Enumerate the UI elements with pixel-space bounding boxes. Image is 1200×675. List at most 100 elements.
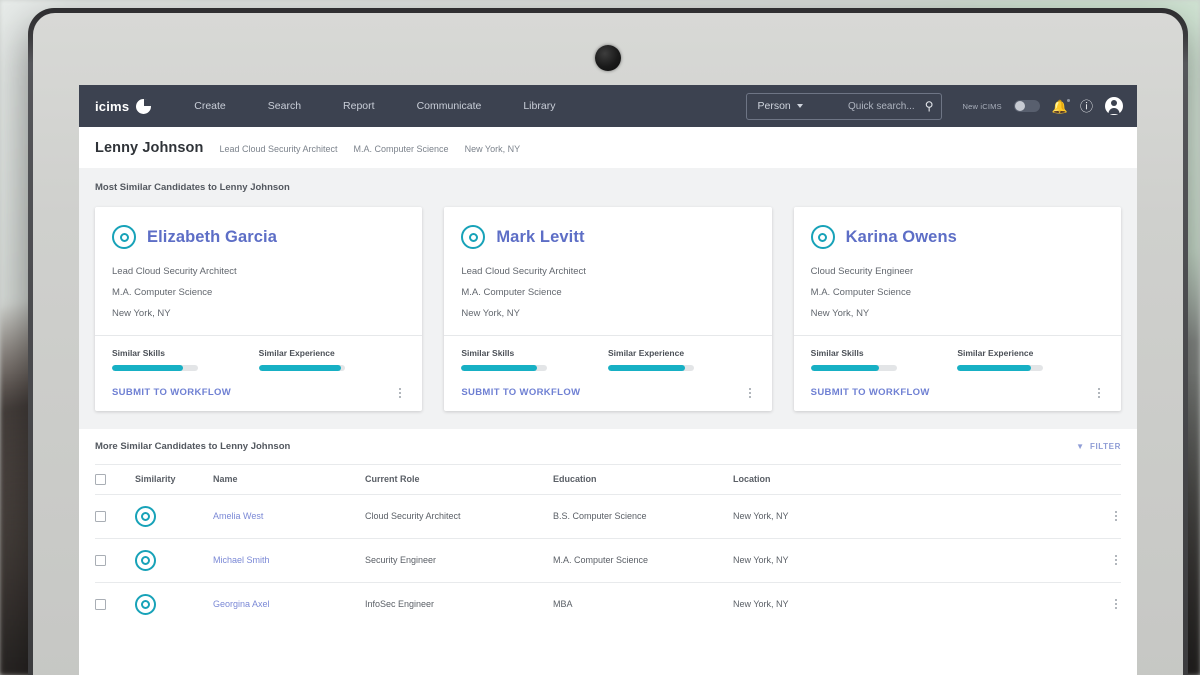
row-checkbox[interactable]: [95, 510, 106, 522]
row-name[interactable]: Amelia West: [213, 511, 365, 521]
row-name[interactable]: Michael Smith: [213, 555, 365, 565]
similar-skills-label: Similar Skills: [112, 348, 165, 358]
column-header-education[interactable]: Education: [553, 474, 733, 484]
candidate-card[interactable]: Karina Owens Cloud Security Engineer M.A…: [793, 207, 1121, 411]
card-actions: SUBMIT TO WORKFLOW: [811, 386, 1104, 400]
nav-link-search[interactable]: Search: [247, 100, 322, 112]
similar-experience-track: [258, 365, 345, 371]
more-vertical-icon[interactable]: [1111, 509, 1121, 523]
table-row[interactable]: Georgina Axel InfoSec Engineer MBA New Y…: [95, 581, 1121, 626]
candidate-card-name[interactable]: Mark Levitt: [496, 228, 584, 247]
nav-link-create[interactable]: Create: [173, 100, 247, 112]
candidate-card-education: M.A. Computer Science: [112, 287, 213, 298]
filter-button[interactable]: ▼ FILTER: [1076, 442, 1121, 451]
pie-mark-icon: [136, 98, 152, 114]
search-icon[interactable]: ⚲: [925, 100, 934, 112]
row-similarity-cell: [135, 505, 213, 527]
candidate-card[interactable]: Elizabeth Garcia Lead Cloud Security Arc…: [95, 207, 423, 411]
more-vertical-icon[interactable]: [1111, 597, 1121, 611]
filter-icon: ▼: [1076, 441, 1084, 451]
webcam-icon: [595, 45, 621, 71]
help-icon[interactable]: ⓘ: [1080, 100, 1093, 113]
laptop-device: icims Create Search Report Communicate L…: [28, 8, 1188, 675]
column-header-current-role[interactable]: Current Role: [365, 474, 553, 484]
row-current-role: Cloud Security Architect: [365, 511, 461, 521]
similar-experience-group: Similar Experience: [258, 348, 406, 371]
row-actions[interactable]: [1091, 597, 1121, 611]
row-actions[interactable]: [1091, 509, 1121, 523]
similar-experience-label: Similar Experience: [258, 348, 335, 358]
candidate-card-footer: Similar Skills Similar Experience SUBMIT…: [793, 335, 1121, 411]
search-input[interactable]: Quick search...: [803, 101, 925, 112]
table-title: More Similar Candidates to Lenny Johnson: [95, 440, 291, 452]
submit-to-workflow-button[interactable]: SUBMIT TO WORKFLOW: [461, 387, 580, 398]
row-similarity-cell: [135, 549, 213, 571]
brand-logo[interactable]: icims: [95, 98, 152, 114]
similar-skills-fill: [810, 365, 880, 371]
row-name[interactable]: Georgina Axel: [213, 599, 365, 609]
similar-skills-track: [461, 365, 548, 371]
more-vertical-icon[interactable]: [395, 386, 405, 400]
candidate-card-education: M.A. Computer Science: [810, 287, 911, 298]
more-vertical-icon[interactable]: [1094, 386, 1104, 400]
row-education: B.S. Computer Science: [553, 511, 647, 521]
table-row[interactable]: Michael Smith Security Engineer M.A. Com…: [95, 537, 1121, 582]
more-vertical-icon[interactable]: [1111, 553, 1121, 567]
top-navigation-bar: icims Create Search Report Communicate L…: [79, 85, 1137, 127]
candidate-card-footer: Similar Skills Similar Experience SUBMIT…: [444, 335, 772, 411]
row-select-cell: [95, 554, 135, 566]
candidate-card[interactable]: Mark Levitt Lead Cloud Security Architec…: [444, 207, 772, 411]
similarity-ring-icon: [135, 505, 156, 527]
candidate-card-name[interactable]: Elizabeth Garcia: [147, 228, 277, 247]
similar-experience-fill: [607, 365, 686, 371]
row-actions[interactable]: [1091, 553, 1121, 567]
more-vertical-icon[interactable]: [745, 386, 755, 400]
row-education: M.A. Computer Science: [553, 555, 649, 565]
panel-title: Most Similar Candidates to Lenny Johnson: [95, 182, 290, 193]
filter-label: FILTER: [1089, 441, 1121, 451]
nav-link-library[interactable]: Library: [502, 100, 576, 112]
similar-experience-fill: [957, 365, 1032, 371]
row-current-role: InfoSec Engineer: [365, 599, 435, 609]
candidate-card-header: Karina Owens: [810, 225, 1104, 249]
row-select-cell: [95, 598, 135, 610]
candidate-card-education: M.A. Computer Science: [461, 287, 562, 298]
similar-experience-track: [957, 365, 1044, 371]
quick-search-box[interactable]: Person Quick search... ⚲: [746, 92, 943, 120]
similar-experience-label: Similar Experience: [957, 348, 1034, 358]
column-header-name[interactable]: Name: [213, 474, 365, 484]
row-checkbox[interactable]: [95, 598, 106, 610]
search-entity-selector[interactable]: Person: [757, 100, 790, 112]
primary-nav-links: Create Search Report Communicate Library: [173, 100, 576, 112]
similar-skills-group: Similar Skills: [112, 348, 259, 371]
similar-experience-label: Similar Experience: [607, 348, 685, 358]
new-icims-toggle[interactable]: [1013, 100, 1040, 112]
nav-link-report[interactable]: Report: [322, 100, 396, 112]
column-header-location[interactable]: Location: [733, 474, 1091, 484]
similar-skills-fill: [461, 365, 537, 371]
submit-to-workflow-button[interactable]: SUBMIT TO WORKFLOW: [811, 387, 930, 398]
similar-skills-group: Similar Skills: [810, 348, 958, 371]
user-avatar-icon[interactable]: [1105, 97, 1123, 115]
similar-skills-label: Similar Skills: [461, 348, 515, 358]
similar-skills-track: [810, 365, 897, 371]
bell-icon[interactable]: 🔔: [1052, 98, 1071, 113]
row-checkbox[interactable]: [95, 554, 106, 566]
similarity-ring-icon: [461, 225, 486, 249]
candidate-card-name[interactable]: Karina Owens: [846, 228, 957, 247]
nav-link-communicate[interactable]: Communicate: [396, 100, 503, 112]
row-select-cell: [95, 510, 135, 522]
similar-experience-fill: [258, 365, 342, 371]
candidate-card-body: Karina Owens Cloud Security Engineer M.A…: [794, 207, 1121, 335]
card-actions: SUBMIT TO WORKFLOW: [461, 386, 754, 400]
candidate-card-location: New York, NY: [461, 308, 520, 319]
candidate-education: M.A. Computer Science: [353, 144, 449, 154]
row-education: MBA: [553, 599, 573, 609]
column-header-similarity[interactable]: Similarity: [135, 474, 213, 484]
table-row[interactable]: Amelia West Cloud Security Architect B.S…: [95, 493, 1121, 538]
similar-skills-group: Similar Skills: [461, 348, 608, 371]
select-all-checkbox[interactable]: [95, 473, 106, 485]
candidate-card-footer: Similar Skills Similar Experience SUBMIT…: [95, 335, 423, 411]
candidate-role: Lead Cloud Security Architect: [219, 144, 338, 154]
submit-to-workflow-button[interactable]: SUBMIT TO WORKFLOW: [112, 387, 231, 398]
